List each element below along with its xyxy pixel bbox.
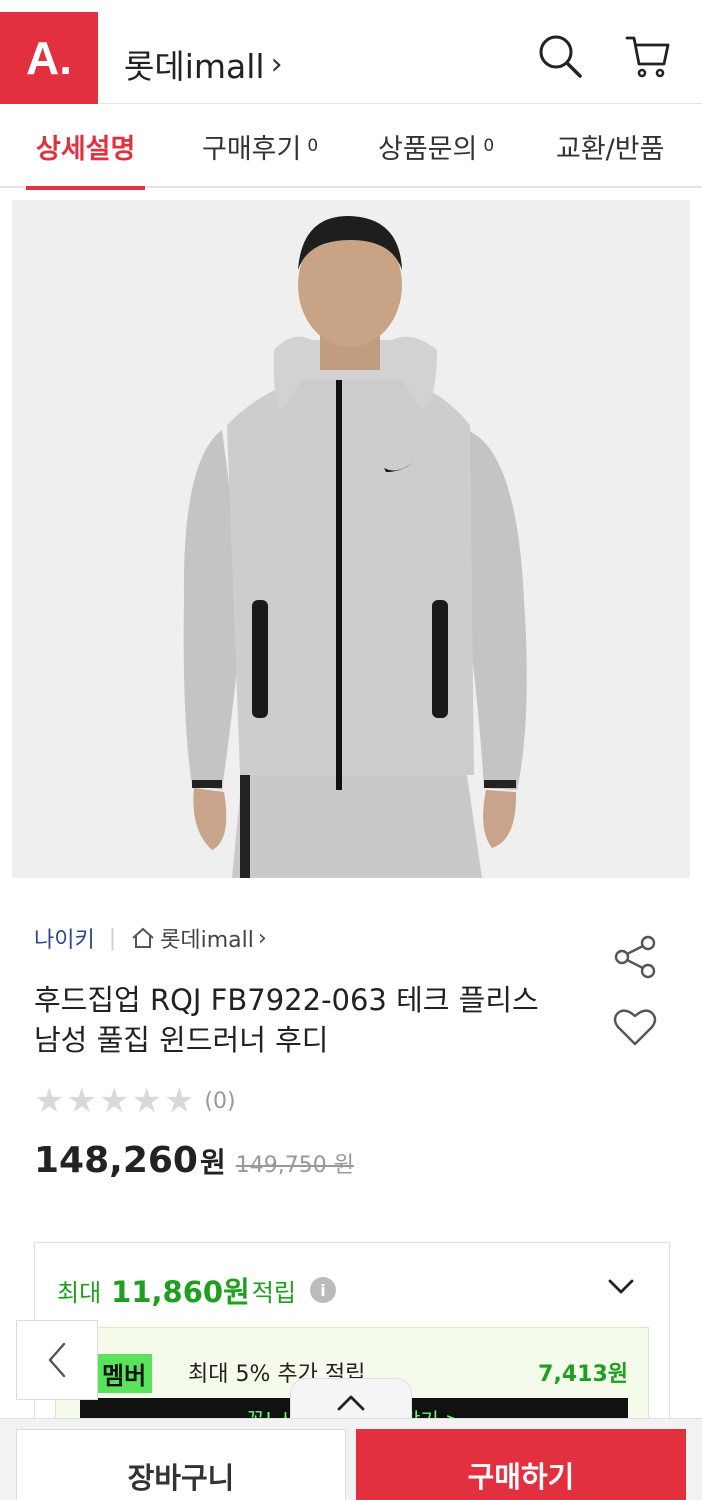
heart-icon[interactable] [612, 1004, 658, 1050]
chevron-right-icon: › [270, 46, 283, 82]
reward-amount: 11,860원 [111, 1275, 250, 1309]
chevron-up-icon [337, 1395, 365, 1410]
chevron-down-icon[interactable] [605, 1271, 637, 1303]
rating-count: (0) [204, 1088, 236, 1114]
bottom-action-bar: 장바구니 구매하기 [0, 1418, 702, 1500]
tab-label: 상세설명 [36, 133, 136, 165]
back-button[interactable] [16, 1320, 98, 1400]
price-row: 148,260 원 149,750 원 [34, 1140, 354, 1181]
add-to-cart-button[interactable]: 장바구니 [16, 1429, 346, 1500]
tab-exchange-return[interactable]: 교환/반품 [556, 104, 664, 188]
tab-qna[interactable]: 상품문의 0 [378, 104, 494, 188]
star-icon: ★ [131, 1081, 162, 1121]
tab-label: 교환/반품 [556, 133, 665, 165]
reward-prefix: 최대 [57, 1278, 102, 1307]
product-tabs: 상세설명 구매후기 0 상품문의 0 교환/반품 [0, 104, 702, 190]
store-name: 롯데imall [160, 928, 254, 953]
qna-count: 0 [483, 136, 495, 156]
tab-reviews[interactable]: 구매후기 0 [202, 104, 318, 188]
product-title: 후드집업 RQJ FB7922-063 테크 플리스 남성 풀집 윈드러너 후디 [34, 983, 539, 1057]
reward-suffix: 적립 [251, 1278, 296, 1307]
tab-detail[interactable]: 상세설명 [25, 104, 146, 190]
star-icon: ★ [66, 1081, 97, 1121]
price-unit: 원 [199, 1146, 226, 1179]
sale-price: 148,260 [34, 1140, 198, 1181]
reward-summary[interactable]: 최대 11,860원 적립 i [57, 1269, 336, 1311]
chevron-left-icon [48, 1342, 66, 1378]
product-photo-illustration [12, 200, 690, 878]
star-icon: ★ [34, 1081, 65, 1121]
chevron-right-icon: › [257, 925, 267, 951]
cart-icon[interactable] [624, 32, 672, 80]
star-icon: ★ [163, 1081, 195, 1121]
home-icon [132, 927, 154, 948]
buy-now-button[interactable]: 구매하기 [356, 1429, 686, 1500]
tab-label: 구매후기 [202, 133, 302, 165]
mall-name: 롯데imall [124, 47, 265, 86]
product-image[interactable] [12, 200, 690, 878]
store-link[interactable]: 롯데imall › [160, 922, 267, 954]
member-badge: 멤버 [96, 1354, 153, 1393]
rating[interactable]: ★ ★ ★ ★ ★ (0) [34, 1084, 236, 1118]
brand-logo[interactable]: A. [0, 12, 98, 104]
share-icon[interactable] [612, 934, 658, 980]
star-icon: ★ [98, 1081, 130, 1121]
info-icon[interactable]: i [309, 1277, 336, 1303]
brand-link[interactable]: 나이키 [34, 922, 95, 954]
app-header: A. 롯데imall › [0, 0, 702, 104]
original-price: 149,750 원 [235, 1153, 354, 1178]
mall-link[interactable]: 롯데imall › [124, 40, 283, 88]
tab-label: 상품문의 [378, 133, 478, 165]
divider: | [108, 925, 117, 951]
member-amount: 7,413원 [538, 1362, 628, 1387]
brand-row: 나이키 | 롯데imall › [34, 922, 267, 954]
search-icon[interactable] [536, 32, 584, 80]
review-count: 0 [307, 136, 319, 156]
